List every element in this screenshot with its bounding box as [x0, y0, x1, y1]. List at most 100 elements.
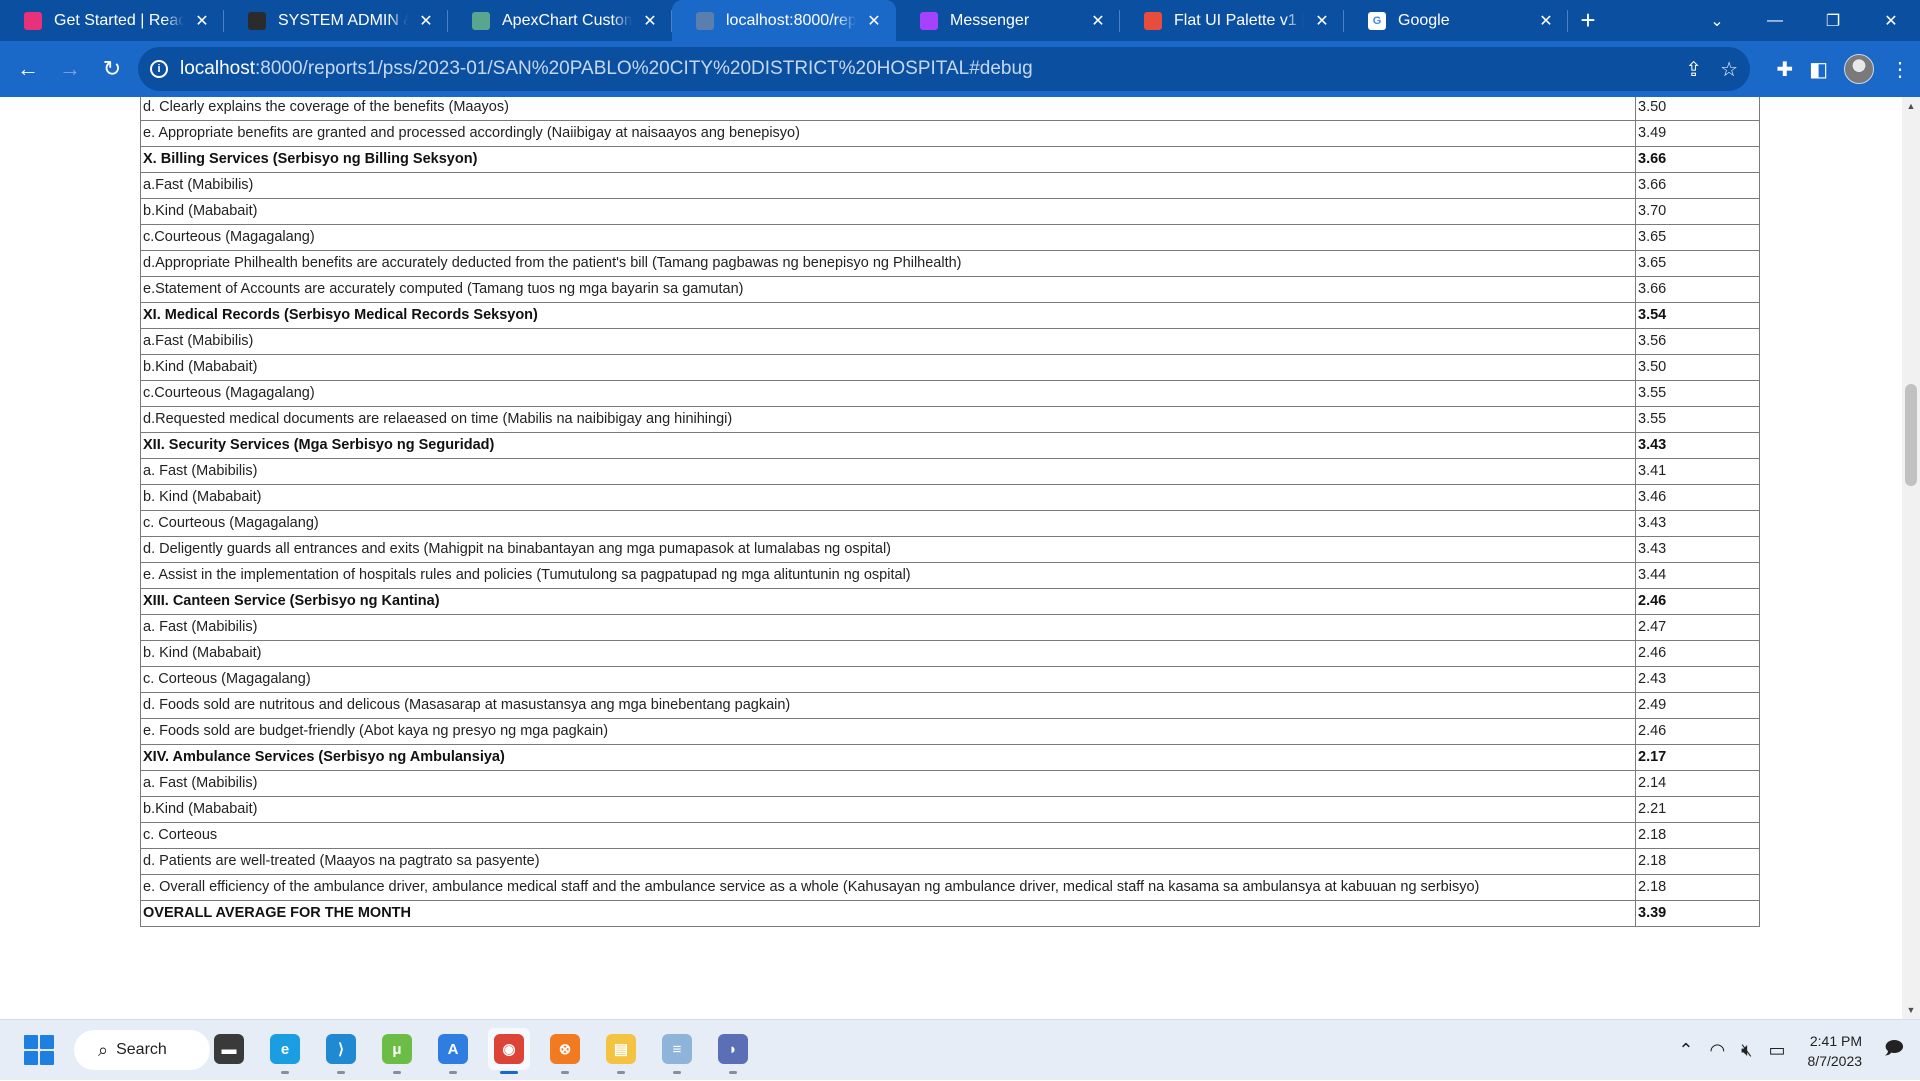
tab-list: Get Started | React Hook✕SYSTEM ADMIN & … — [0, 0, 1568, 41]
table-row: d. Clearly explains the coverage of the … — [140, 97, 1760, 121]
criterion-cell: d. Patients are well-treated (Maayos na … — [140, 848, 1636, 875]
rating-cell: 3.44 — [1635, 562, 1760, 589]
wifi-icon[interactable]: ◠ — [1709, 1040, 1725, 1061]
criterion-cell: b. Kind (Mababait) — [140, 640, 1636, 667]
dolphin-icon[interactable]: ◗ — [712, 1028, 754, 1074]
folder-icon[interactable]: ▤ — [600, 1028, 642, 1074]
tab-6[interactable]: Flat UI Palette v1 | Flat ✕ — [1120, 0, 1344, 41]
extensions-icon[interactable]: ✚ — [1776, 57, 1793, 82]
tab-4[interactable]: localhost:8000/reports1 ✕ — [672, 0, 896, 41]
running-indicator — [449, 1071, 457, 1074]
table-row: a.Fast (Mabibilis) 3.66 — [140, 172, 1760, 199]
tab-close-icon[interactable]: ✕ — [416, 11, 436, 31]
clock-time: 2:41 PM — [1809, 1032, 1863, 1049]
tab-close-icon[interactable]: ✕ — [640, 11, 660, 31]
restore-icon[interactable]: ❐ — [1804, 0, 1862, 41]
rating-cell: 3.54 — [1635, 302, 1760, 329]
table-row: b.Kind (Mababait) 3.50 — [140, 354, 1760, 381]
rating-cell: 2.14 — [1635, 770, 1760, 797]
tab-title: ApexChart Custom Colors — [502, 11, 632, 29]
tab-close-icon[interactable]: ✕ — [1536, 11, 1556, 31]
tab-5[interactable]: Messenger ✕ — [896, 0, 1120, 41]
chevron-up-icon[interactable]: ⌃ — [1678, 1040, 1693, 1061]
criterion-cell: XI. Medical Records (Serbisyo Medical Re… — [140, 302, 1636, 329]
table-row: e. Assist in the implementation of hospi… — [140, 562, 1760, 589]
menu-kebab-icon[interactable]: ⋮ — [1890, 57, 1910, 82]
reload-icon[interactable]: ↻ — [92, 49, 132, 89]
notification-icon[interactable]: 🗩︎ — [1884, 1036, 1904, 1066]
criterion-cell: b.Kind (Mababait) — [140, 198, 1636, 225]
rating-cell: 2.17 — [1635, 744, 1760, 771]
tab-title: Google — [1398, 11, 1450, 29]
globe-icon — [696, 11, 714, 30]
xampp-icon[interactable]: ⊗ — [544, 1028, 586, 1074]
tab-close-icon[interactable]: ✕ — [1312, 11, 1332, 31]
criterion-cell: XII. Security Services (Mga Serbisyo ng … — [140, 432, 1636, 459]
rating-cell: 2.49 — [1635, 692, 1760, 719]
tab-close-icon[interactable]: ✕ — [192, 11, 212, 31]
site-info-icon[interactable]: i — [150, 60, 168, 78]
rating-cell: 3.56 — [1635, 328, 1760, 355]
rating-cell: 3.65 — [1635, 250, 1760, 277]
vscode-icon[interactable]: ⟩ — [320, 1028, 362, 1074]
rating-cell: 2.46 — [1635, 588, 1760, 615]
address-bar[interactable]: i localhost:8000/reports1/pss/2023-01/SA… — [138, 47, 1750, 91]
omnibox-actions: ⇪ ☆ — [1685, 47, 1738, 91]
palette-icon — [1144, 11, 1162, 30]
back-icon[interactable]: ← — [8, 49, 48, 89]
clock[interactable]: 2:41 PM 8/7/2023 — [1808, 1031, 1863, 1071]
close-window-icon[interactable]: ✕ — [1862, 0, 1920, 41]
rating-cell: 3.43 — [1635, 536, 1760, 563]
new-tab-button[interactable]: + — [1568, 0, 1608, 41]
minimize-icon[interactable]: — — [1746, 0, 1804, 41]
app-store-icon[interactable]: A — [432, 1028, 474, 1074]
criterion-cell: d.Requested medical documents are relaea… — [140, 406, 1636, 433]
criterion-cell: e. Appropriate benefits are granted and … — [140, 120, 1636, 147]
tab-3[interactable]: ApexChart Custom Colors ✕ — [448, 0, 672, 41]
running-indicator — [337, 1071, 345, 1074]
url-host: localhost — [180, 58, 255, 79]
app-glyph: A — [438, 1034, 468, 1064]
scroll-down-icon[interactable]: ▼ — [1902, 1001, 1920, 1019]
table-row: d. Patients are well-treated (Maayos na … — [140, 848, 1760, 875]
app-glyph: e — [270, 1034, 300, 1064]
start-button[interactable] — [24, 1035, 54, 1065]
file-explorer-task-icon[interactable]: ▬ — [208, 1028, 250, 1070]
windows-taskbar: ⌕ Search ▬ e ⟩ μ A ◉ ⊗ ▤ ≡ ◗ ⌃ ◠ 🔇︎ ▭ 2:41 PM 8/7… — [0, 1019, 1920, 1080]
taskbar-search[interactable]: ⌕ Search — [74, 1030, 210, 1070]
battery-icon[interactable]: ▭ — [1769, 1040, 1786, 1061]
tab-close-icon[interactable]: ✕ — [864, 11, 884, 31]
vertical-scrollbar[interactable]: ▲ ▼ — [1902, 97, 1920, 1019]
tab-1[interactable]: Get Started | React Hook ✕ — [0, 0, 224, 41]
rating-cell: 3.66 — [1635, 276, 1760, 303]
table-row: e.Statement of Accounts are accurately c… — [140, 276, 1760, 303]
rating-cell: 3.66 — [1635, 146, 1760, 173]
tab-7[interactable]: G Google ✕ — [1344, 0, 1568, 41]
profile-avatar[interactable] — [1844, 54, 1874, 84]
url-text[interactable]: localhost:8000/reports1/pss/2023-01/SAN%… — [180, 58, 1033, 80]
tab-2[interactable]: SYSTEM ADMIN & DEV ✕ — [224, 0, 448, 41]
tab-strip: Get Started | React Hook✕SYSTEM ADMIN & … — [0, 0, 1920, 41]
table-row: a. Fast (Mabibilis) 2.14 — [140, 770, 1760, 797]
chatgpt-icon — [472, 11, 490, 30]
share-icon[interactable]: ⇪ — [1685, 57, 1702, 82]
forward-icon[interactable]: → — [50, 49, 90, 89]
tab-search-icon[interactable]: ⌄ — [1688, 0, 1746, 41]
bookmark-star-icon[interactable]: ☆ — [1720, 57, 1738, 82]
browser-toolbar: ← → ↻ i localhost:8000/reports1/pss/2023… — [0, 41, 1920, 97]
app-glyph: ⟩ — [326, 1034, 356, 1064]
utorrent-icon[interactable]: μ — [376, 1028, 418, 1074]
rating-cell: 2.21 — [1635, 796, 1760, 823]
notion-icon — [248, 11, 266, 30]
tab-close-icon[interactable]: ✕ — [1088, 11, 1108, 31]
edge-icon[interactable]: e — [264, 1028, 306, 1074]
form-icon — [24, 11, 42, 30]
scrollbar-thumb[interactable] — [1905, 384, 1917, 486]
table-row: a. Fast (Mabibilis) 3.41 — [140, 458, 1760, 485]
chrome-icon[interactable]: ◉ — [488, 1028, 530, 1074]
side-panel-icon[interactable]: ◧ — [1809, 57, 1828, 82]
speaker-muted-icon[interactable]: 🔇︎ — [1741, 1040, 1752, 1061]
rating-cell: 3.65 — [1635, 224, 1760, 251]
notepad-icon[interactable]: ≡ — [656, 1028, 698, 1074]
scroll-up-icon[interactable]: ▲ — [1902, 97, 1920, 115]
